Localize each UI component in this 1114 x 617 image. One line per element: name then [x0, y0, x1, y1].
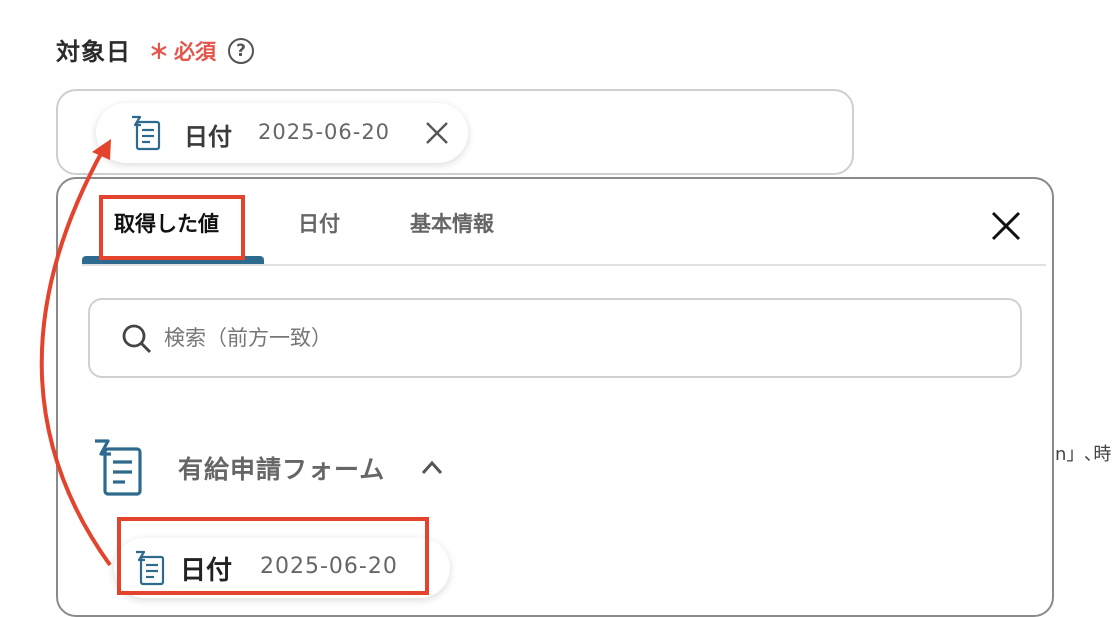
annotation-arrow [39, 139, 112, 567]
